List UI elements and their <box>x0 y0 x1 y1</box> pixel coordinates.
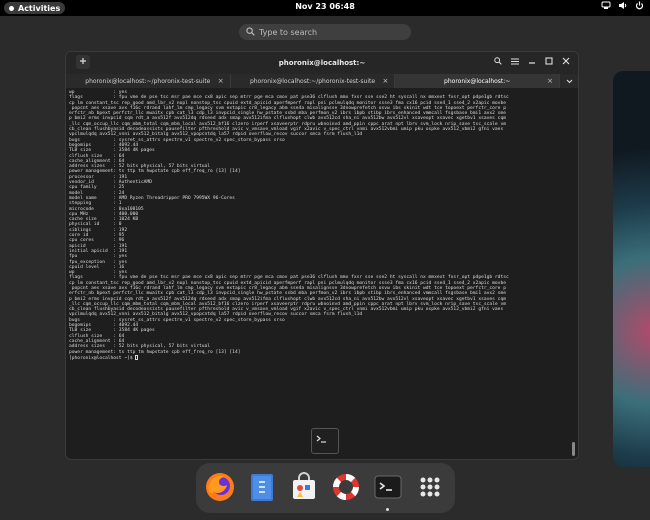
activities-button[interactable]: Activities <box>4 2 66 14</box>
maximize-button[interactable] <box>545 57 553 67</box>
tab-bar: phoronix@localhost:~/phoronix-test-suite… <box>66 74 578 88</box>
tab-label: phoronix@localhost:~ <box>444 77 511 85</box>
tab-label: phoronix@localhost:~/phoronix-test-suite <box>249 77 376 85</box>
terminal-output[interactable]: wp : yes flags : fpu vme de pse tsc msr p… <box>69 90 566 457</box>
help-icon <box>333 474 359 500</box>
dock-show-apps[interactable] <box>414 471 446 503</box>
tab-home[interactable]: phoronix@localhost:~ × <box>395 74 561 88</box>
close-tab-icon[interactable]: × <box>547 77 553 85</box>
activities-label: Activities <box>18 3 61 13</box>
hamburger-menu-button[interactable] <box>511 57 519 67</box>
close-tab-icon[interactable]: × <box>382 77 388 85</box>
terminal-prompt-icon <box>316 435 326 443</box>
dock-terminal[interactable] <box>372 471 404 503</box>
dock-software[interactable] <box>288 471 320 503</box>
app-grid-icon <box>420 477 440 497</box>
close-button[interactable] <box>562 57 570 67</box>
volume-icon <box>618 1 628 10</box>
window-titlebar[interactable]: phoronix@localhost:~ <box>66 52 578 74</box>
search-terminal-button[interactable] <box>494 57 502 67</box>
software-icon <box>293 472 315 499</box>
terminal-line: [phoronix@localhost ~]$ <box>69 354 566 361</box>
tab-phoronix-test-suite-1[interactable]: phoronix@localhost:~/phoronix-test-suite… <box>66 74 231 88</box>
terminal-window-preview[interactable] <box>311 428 339 454</box>
adjacent-workspace-wallpaper[interactable] <box>613 71 650 467</box>
clock[interactable]: Nov 23 06:48 <box>295 2 355 11</box>
terminal-window[interactable]: phoronix@localhost:~ phoronix@localhost:… <box>66 52 578 459</box>
terminal-line: erfctr_nb bpext perfctr_llc mwaitx cpb c… <box>69 291 506 297</box>
terminal-line: p bmi2 erms invpcid cqm rdt_a avx512f av… <box>69 116 506 122</box>
dock <box>196 463 455 513</box>
search-input[interactable]: Type to search <box>239 24 411 40</box>
tab-label: phoronix@localhost:~/phoronix-test-suite <box>85 77 211 85</box>
power-icon <box>635 1 644 10</box>
tab-list-chevron-down-icon[interactable] <box>560 74 578 88</box>
terminal-scrollbar[interactable] <box>572 442 575 456</box>
dock-files[interactable] <box>246 471 278 503</box>
terminal-line: flags : fpu vme de pse tsc msr pae mce c… <box>69 95 509 101</box>
search-placeholder: Type to search <box>259 27 318 37</box>
dock-help[interactable] <box>330 471 362 503</box>
top-bar: Activities Nov 23 06:48 <box>0 0 650 16</box>
firefox-icon <box>206 473 234 501</box>
terminal-icon <box>374 475 402 499</box>
tab-phoronix-test-suite-2[interactable]: phoronix@localhost:~/phoronix-test-suite… <box>231 74 396 88</box>
network-icon <box>601 1 611 10</box>
system-menu[interactable] <box>601 1 644 10</box>
search-icon <box>246 27 255 38</box>
terminal-cursor <box>135 354 139 360</box>
terminal-line: flags : fpu vme de pse tsc msr pae mce c… <box>69 275 509 281</box>
dock-firefox[interactable] <box>204 471 236 503</box>
terminal-running-indicator <box>386 508 389 511</box>
minimize-button[interactable] <box>528 57 536 67</box>
activities-indicator-icon <box>9 5 14 11</box>
close-tab-icon[interactable]: × <box>218 77 224 85</box>
files-icon <box>251 474 273 501</box>
